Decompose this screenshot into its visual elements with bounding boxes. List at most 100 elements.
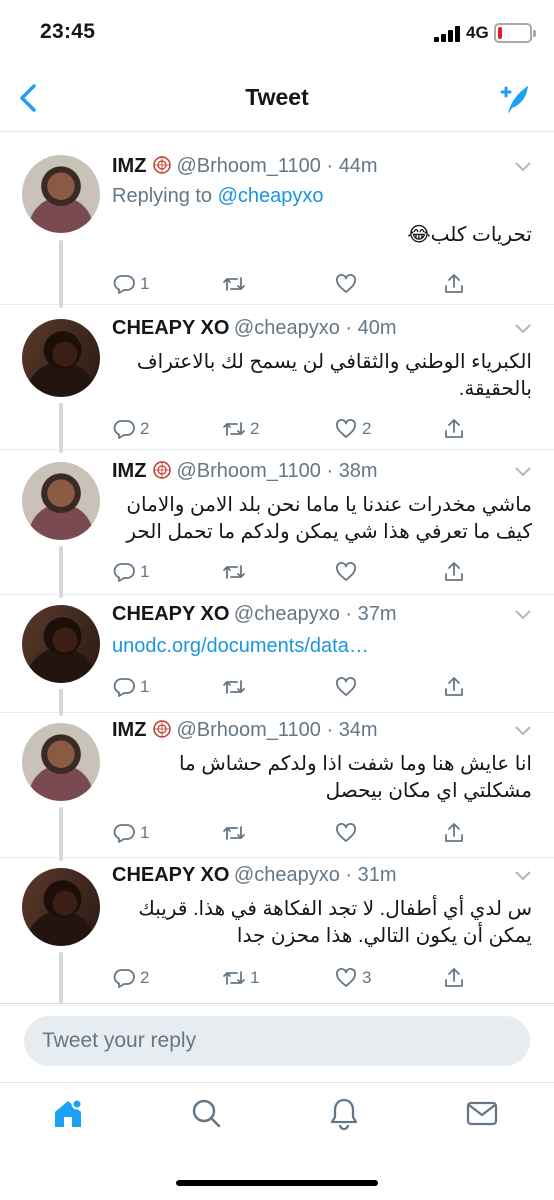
author-name[interactable]: CHEAPY XO: [112, 864, 229, 886]
network-type: 4G: [466, 23, 489, 42]
author-handle[interactable]: @cheapyxo: [234, 603, 340, 625]
chevron-down-icon[interactable]: [514, 609, 532, 621]
reply-button[interactable]: 1: [112, 558, 149, 586]
retweet-button[interactable]: [222, 558, 250, 586]
avatar[interactable]: [22, 605, 100, 683]
home-icon: [55, 1098, 83, 1127]
tweet-link[interactable]: unodc.org/documents/data…: [112, 635, 532, 658]
tweet-time: 34m: [338, 719, 378, 741]
tab-messages[interactable]: [464, 1095, 504, 1135]
retweet-icon: [223, 971, 245, 985]
avatar[interactable]: [22, 462, 100, 540]
reply-button[interactable]: 2: [112, 415, 149, 443]
chevron-down-icon[interactable]: [514, 466, 532, 478]
avatar[interactable]: [22, 319, 100, 397]
share-button[interactable]: [442, 270, 466, 298]
nav-header: Tweet: [0, 64, 554, 132]
tweet-thread: IMZ @Brhoom_1100 · 44m Replying to @cheap…: [0, 140, 554, 1005]
tweet[interactable]: CHEAPY XO @cheapyxo · 37m unodc.org/docu…: [0, 595, 554, 716]
like-button[interactable]: 2: [334, 415, 371, 443]
author-handle[interactable]: @cheapyxo: [234, 317, 340, 339]
retweet-button[interactable]: 1: [222, 964, 259, 992]
author-handle[interactable]: @cheapyxo: [234, 864, 340, 886]
tweet[interactable]: CHEAPY XO @cheapyxo · 31m س لدي أي أطفال…: [0, 858, 554, 1004]
like-button[interactable]: [334, 673, 362, 701]
tweet[interactable]: IMZ @Brhoom_1100 · 38m ماشي مخدرات عندنا …: [0, 450, 554, 598]
author-name[interactable]: IMZ: [112, 155, 146, 177]
reply-count: 1: [140, 562, 150, 581]
reply-input[interactable]: [24, 1016, 530, 1066]
reply-icon: [113, 678, 135, 697]
share-button[interactable]: [442, 819, 466, 847]
tweet-text: ماشي مخدرات عندنا يا ماما نحن بلد الامن …: [126, 494, 532, 543]
author-name[interactable]: CHEAPY XO: [112, 317, 229, 339]
avatar[interactable]: [22, 155, 100, 233]
tweet[interactable]: IMZ @Brhoom_1100 · 44m Replying to @cheap…: [0, 140, 554, 308]
retweet-button[interactable]: [222, 673, 250, 701]
reply-button[interactable]: 2: [112, 964, 149, 992]
share-button[interactable]: [442, 964, 466, 992]
mention-link[interactable]: @cheapyxo: [218, 185, 324, 207]
reply-button[interactable]: 1: [112, 673, 149, 701]
retweet-button[interactable]: [222, 270, 250, 298]
share-button[interactable]: [442, 673, 466, 701]
retweet-count: 2: [250, 419, 260, 438]
like-icon: [336, 274, 356, 293]
reply-count: 1: [140, 274, 150, 293]
like-button[interactable]: [334, 558, 362, 586]
chevron-down-icon[interactable]: [514, 870, 532, 882]
tab-home[interactable]: [50, 1095, 90, 1135]
reply-icon: [113, 824, 135, 843]
thread-line: [59, 403, 63, 453]
messages-icon: [466, 1101, 498, 1126]
author-name[interactable]: CHEAPY XO: [112, 603, 229, 625]
author-handle[interactable]: @Brhoom_1100: [176, 155, 320, 177]
reply-count: 2: [140, 419, 150, 438]
tweet-time: 38m: [338, 460, 378, 482]
chevron-down-icon[interactable]: [514, 161, 532, 173]
tweet-actions: 1: [112, 558, 532, 586]
thread-line: [59, 689, 63, 716]
chevron-down-icon[interactable]: [514, 323, 532, 335]
compose-button[interactable]: [494, 78, 534, 118]
like-icon: [336, 562, 356, 581]
reply-count: 1: [140, 677, 150, 696]
author-handle[interactable]: @Brhoom_1100: [176, 460, 320, 482]
reply-icon: [113, 275, 135, 294]
avatar[interactable]: [22, 723, 100, 801]
status-time: 23:45: [40, 20, 96, 43]
chevron-down-icon[interactable]: [514, 725, 532, 737]
share-button[interactable]: [442, 558, 466, 586]
reply-button[interactable]: 1: [112, 819, 149, 847]
battery-icon: [494, 23, 536, 43]
retweet-button[interactable]: 2: [222, 415, 259, 443]
like-button[interactable]: 3: [334, 964, 371, 992]
tweet-text: الكبرياء الوطني والثقافي لن يسمح لك بالا…: [136, 351, 532, 400]
like-count: 3: [362, 968, 372, 987]
share-icon: [445, 823, 463, 842]
like-button[interactable]: [334, 270, 362, 298]
retweet-button[interactable]: [222, 819, 250, 847]
author-handle[interactable]: @Brhoom_1100: [176, 719, 320, 741]
tweet-time: 44m: [338, 155, 378, 177]
reply-icon: [113, 420, 135, 439]
author-name[interactable]: IMZ: [112, 460, 146, 482]
replying-to: Replying to @cheapyxo: [112, 185, 324, 207]
tweet-actions: 1: [112, 270, 532, 298]
tweet[interactable]: IMZ @Brhoom_1100 · 34m انا عايش هنا وما ش…: [0, 713, 554, 861]
reply-button[interactable]: 1: [112, 270, 149, 298]
tweet-actions: 2 2 2: [112, 415, 532, 443]
tab-notifications[interactable]: [326, 1095, 366, 1135]
thread-line: [59, 807, 63, 861]
page-title: Tweet: [245, 84, 309, 110]
like-count: 2: [362, 419, 372, 438]
like-button[interactable]: [334, 819, 362, 847]
tweet[interactable]: CHEAPY XO @cheapyxo · 40m الكبرياء الوطن…: [0, 305, 554, 453]
thread-line: [59, 546, 63, 598]
avatar[interactable]: [22, 868, 100, 946]
retweet-icon: [223, 826, 245, 840]
tab-search[interactable]: [188, 1095, 228, 1135]
share-button[interactable]: [442, 415, 466, 443]
author-name[interactable]: IMZ: [112, 719, 146, 741]
thread-line: [59, 952, 63, 1004]
